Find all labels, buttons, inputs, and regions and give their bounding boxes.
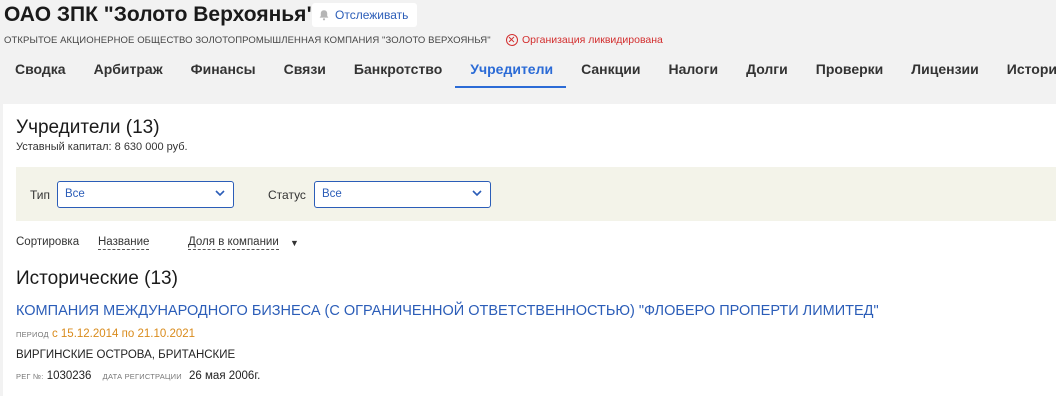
founder-country: ВИРГИНСКИЕ ОСТРОВА, БРИТАНСКИЕ — [16, 349, 236, 361]
company-full-name: ОТКРЫТОЕ АКЦИОНЕРНОЕ ОБЩЕСТВО ЗОЛОТОПРОМ… — [4, 35, 491, 46]
reg-number-label: РЕГ №: — [16, 372, 44, 381]
sort-label: Сортировка — [16, 236, 80, 248]
filters-bar: Тип Все Статус Все — [16, 167, 1056, 221]
founder-period: ПЕРИОД с 15.12.2014 по 21.10.2021 — [16, 328, 195, 340]
tab-history[interactable]: История — [992, 50, 1056, 88]
reg-date-value: 26 мая 2006г. — [189, 370, 261, 382]
founder-name-link[interactable]: КОМПАНИЯ МЕЖДУНАРОДНОГО БИЗНЕСА (С ОГРАН… — [16, 303, 879, 319]
chevron-down-icon — [472, 190, 482, 197]
authorized-capital: Уставный капитал: 8 630 000 руб. — [16, 141, 188, 153]
sort-direction-icon: ▼ — [290, 238, 299, 248]
tab-connections[interactable]: Связи — [269, 50, 339, 88]
reg-date-label: ДАТА РЕГИСТРАЦИИ — [102, 372, 182, 381]
status-text: Организация ликвидирована — [522, 34, 663, 46]
company-header: ОАО ЗПК "Золото Верхоянья" Отслеживать О… — [0, 0, 1056, 104]
period-value: с 15.12.2014 по 21.10.2021 — [51, 328, 196, 340]
status-badge: Организация ликвидирована — [506, 34, 663, 46]
follow-label: Отслеживать — [335, 8, 409, 22]
tab-inspections[interactable]: Проверки — [801, 50, 897, 88]
tabs-nav: Сводка Арбитраж Финансы Связи Банкротств… — [0, 50, 1056, 88]
status-select-value: Все — [322, 188, 342, 200]
sort-by-share-link[interactable]: Доля в компании — [188, 236, 279, 250]
tab-summary[interactable]: Сводка — [0, 50, 79, 88]
status-select[interactable]: Все — [314, 181, 491, 208]
bell-icon — [319, 10, 329, 21]
company-title: ОАО ЗПК "Золото Верхоянья" — [4, 3, 317, 26]
historical-title: Исторические (13) — [16, 268, 178, 289]
tab-debts[interactable]: Долги — [731, 50, 801, 88]
founder-registration: РЕГ №: 1030236 ДАТА РЕГИСТРАЦИИ 26 мая 2… — [16, 370, 260, 382]
tab-licenses[interactable]: Лицензии — [896, 50, 991, 88]
type-filter-label: Тип — [30, 188, 51, 202]
type-select-value: Все — [65, 188, 85, 200]
tab-taxes[interactable]: Налоги — [653, 50, 731, 88]
sort-by-name-link[interactable]: Название — [98, 236, 150, 250]
founders-panel: Учредители (13) Уставный капитал: 8 630 … — [3, 104, 1056, 396]
type-select[interactable]: Все — [57, 181, 234, 208]
tab-arbitration[interactable]: Арбитраж — [79, 50, 176, 88]
status-filter-label: Статус — [268, 188, 306, 202]
follow-button[interactable]: Отслеживать — [312, 3, 418, 27]
tab-sanctions[interactable]: Санкции — [566, 50, 653, 88]
tab-founders[interactable]: Учредители — [455, 50, 566, 88]
tab-finance[interactable]: Финансы — [176, 50, 269, 88]
close-circle-icon — [506, 34, 518, 46]
tab-bankruptcy[interactable]: Банкротство — [339, 50, 455, 88]
reg-number-value: 1030236 — [46, 370, 92, 382]
period-label: ПЕРИОД — [16, 330, 49, 339]
chevron-down-icon — [215, 190, 225, 197]
section-title: Учредители (13) — [16, 117, 160, 138]
